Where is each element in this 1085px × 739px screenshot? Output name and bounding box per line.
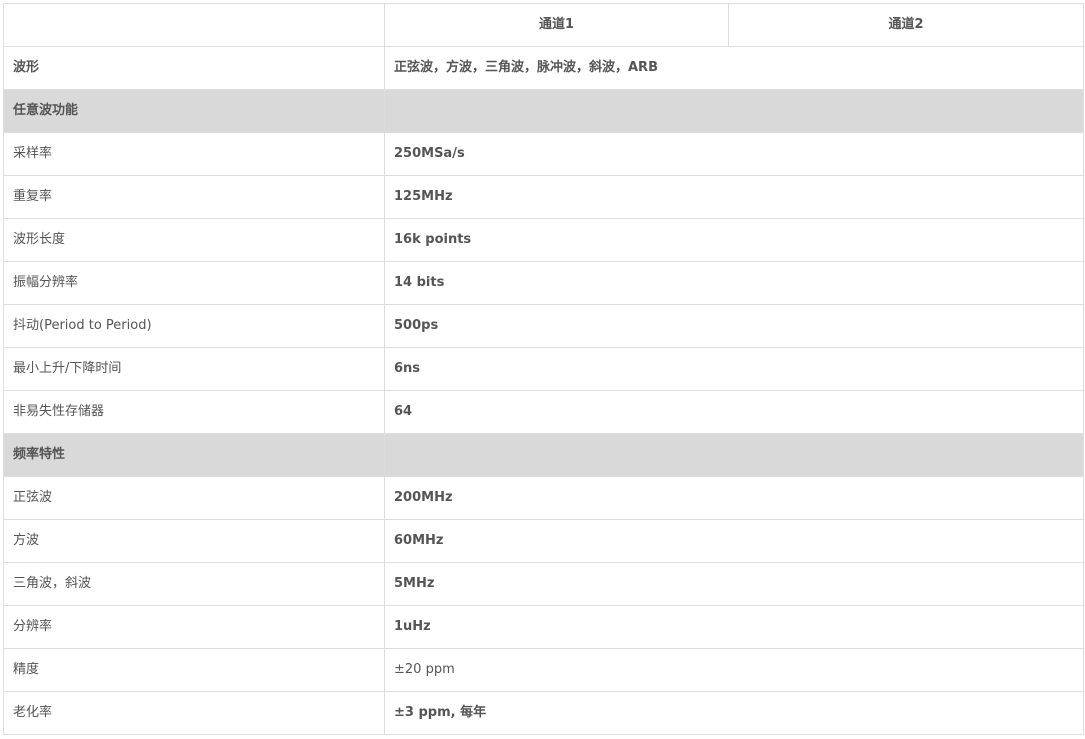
table-row: 分辨率 1uHz	[3, 605, 1084, 649]
table-row: 精度 ±20 ppm	[3, 648, 1084, 692]
table-row: 波形 正弦波，方波，三角波，脉冲波，斜波，ARB	[3, 46, 1084, 90]
table-row: 最小上升/下降时间 6ns	[3, 347, 1084, 391]
row-label: 精度	[3, 648, 385, 692]
row-value: 5MHz	[384, 562, 1084, 606]
row-label: 波形长度	[3, 218, 385, 262]
table-body: 波形 正弦波，方波，三角波，脉冲波，斜波，ARB 任意波功能 采样率 250MSa/s 重…	[3, 46, 1084, 735]
header-channel-2: 通道2	[728, 3, 1084, 47]
row-value: 1uHz	[384, 605, 1084, 649]
table-row: 三角波，斜波 5MHz	[3, 562, 1084, 606]
table-row: 老化率 ±3 ppm, 每年	[3, 691, 1084, 735]
section-value	[384, 433, 1084, 477]
row-value: 64	[384, 390, 1084, 434]
row-label: 正弦波	[3, 476, 385, 520]
row-label: 方波	[3, 519, 385, 563]
header-channel-1: 通道1	[384, 3, 729, 47]
row-value: 6ns	[384, 347, 1084, 391]
row-label: 老化率	[3, 691, 385, 735]
table-row: 采样率 250MSa/s	[3, 132, 1084, 176]
row-value: 14 bits	[384, 261, 1084, 305]
row-value: 60MHz	[384, 519, 1084, 563]
section-title: 任意波功能	[3, 89, 385, 133]
row-label: 波形	[3, 46, 385, 90]
row-value: 200MHz	[384, 476, 1084, 520]
table-row: 波形长度 16k points	[3, 218, 1084, 262]
row-value: 正弦波，方波，三角波，脉冲波，斜波，ARB	[384, 46, 1084, 90]
table-row: 振幅分辨率 14 bits	[3, 261, 1084, 305]
row-value: 125MHz	[384, 175, 1084, 219]
table-row: 非易失性存储器 64	[3, 390, 1084, 434]
row-label: 分辨率	[3, 605, 385, 649]
row-label: 最小上升/下降时间	[3, 347, 385, 391]
section-value	[384, 89, 1084, 133]
header-corner-cell	[3, 3, 385, 47]
table-row: 重复率 125MHz	[3, 175, 1084, 219]
table-row: 抖动(Period to Period) 500ps	[3, 304, 1084, 348]
section-header-row: 频率特性	[3, 433, 1084, 477]
row-label: 采样率	[3, 132, 385, 176]
table-row: 正弦波 200MHz	[3, 476, 1084, 520]
section-title: 频率特性	[3, 433, 385, 477]
row-value: 16k points	[384, 218, 1084, 262]
row-label: 非易失性存储器	[3, 390, 385, 434]
row-label: 振幅分辨率	[3, 261, 385, 305]
row-label: 重复率	[3, 175, 385, 219]
row-value: ±20 ppm	[384, 648, 1084, 692]
table-header-row: 通道1 通道2	[3, 3, 1084, 47]
section-header-row: 任意波功能	[3, 89, 1084, 133]
row-label: 三角波，斜波	[3, 562, 385, 606]
row-value: ±3 ppm, 每年	[384, 691, 1084, 735]
row-value: 250MSa/s	[384, 132, 1084, 176]
row-label: 抖动(Period to Period)	[3, 304, 385, 348]
row-value: 500ps	[384, 304, 1084, 348]
spec-table: 通道1 通道2 波形 正弦波，方波，三角波，脉冲波，斜波，ARB 任意波功能 采样率 2…	[3, 3, 1084, 735]
table-row: 方波 60MHz	[3, 519, 1084, 563]
